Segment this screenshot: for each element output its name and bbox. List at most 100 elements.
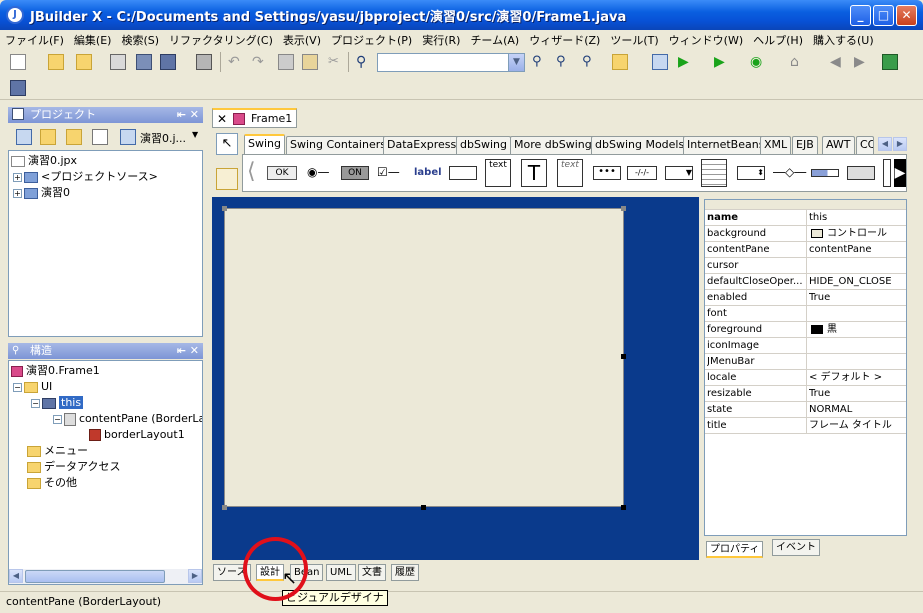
design-frame-this[interactable] — [224, 208, 624, 507]
property-value[interactable]: contentPane — [809, 242, 906, 258]
jpasswordfield-component[interactable]: ••• — [593, 166, 621, 180]
palette-tab-cc[interactable]: CC — [856, 136, 874, 154]
jbutton-component[interactable]: OK — [267, 166, 297, 180]
palette-tab-internetbeans[interactable]: InternetBeans — [683, 136, 769, 154]
search-combo[interactable]: ▼ — [377, 53, 525, 72]
find-class-icon[interactable]: ⚲ — [556, 54, 572, 70]
property-value[interactable] — [809, 338, 906, 354]
selection-tool-icon[interactable]: ↖ — [216, 133, 238, 155]
palette-scroll-left-icon[interactable]: ◀ — [878, 137, 892, 151]
property-value[interactable]: < デフォルト > — [809, 370, 906, 386]
add-folder-icon[interactable] — [40, 129, 56, 145]
property-row[interactable]: title フレーム タイトル — [705, 418, 906, 434]
tab-events[interactable]: イベント — [772, 539, 820, 556]
jspinner-component[interactable]: ⬍ — [737, 166, 765, 180]
undo-icon[interactable]: ↶ — [228, 54, 244, 70]
property-row[interactable]: font — [705, 306, 906, 322]
property-row[interactable]: name this — [705, 210, 906, 226]
property-row[interactable]: enabled True — [705, 290, 906, 306]
jscrollbar-component[interactable] — [847, 166, 875, 180]
collapse-icon[interactable]: − — [13, 382, 22, 392]
remove-icon[interactable] — [66, 129, 82, 145]
property-row[interactable]: resizable True — [705, 386, 906, 402]
palette-tab-ejb[interactable]: EJB — [792, 136, 818, 154]
menu-refactor[interactable]: リファクタリング(C) — [164, 30, 278, 50]
tree-item-contentpane[interactable]: − contentPane (BorderLay — [53, 411, 202, 427]
tab-doc[interactable]: 文書 — [358, 564, 386, 581]
help-book-icon[interactable] — [882, 54, 898, 70]
jseparator-component[interactable] — [883, 159, 891, 187]
palette-tab-xml[interactable]: XML — [760, 136, 792, 154]
menu-team[interactable]: チーム(A) — [465, 30, 524, 50]
property-row[interactable]: background コントロール — [705, 226, 906, 242]
menu-help[interactable]: ヘルプ(H) — [748, 30, 808, 50]
tab-history[interactable]: 履歴 — [391, 564, 419, 581]
tree-item-project-source[interactable]: + <プロジェクトソース> — [13, 169, 158, 185]
jprogressbar-component[interactable] — [811, 169, 839, 177]
jcombobox-component[interactable]: ▼ — [665, 166, 693, 180]
palette-tab-more-dbswing[interactable]: More dbSwing — [510, 136, 596, 154]
property-value[interactable]: 黒 — [809, 322, 906, 338]
property-value[interactable]: True — [809, 290, 906, 306]
menu-project[interactable]: プロジェクト(P) — [326, 30, 417, 50]
tab-uml[interactable]: UML — [326, 564, 356, 581]
property-row[interactable]: iconImage — [705, 338, 906, 354]
menu-search[interactable]: 検索(S) — [116, 30, 164, 50]
collapse-icon[interactable]: − — [31, 398, 40, 408]
jeditorpane-component[interactable]: text — [557, 159, 583, 187]
menu-run[interactable]: 実行(R) — [417, 30, 465, 50]
back-icon[interactable]: ◀ — [830, 54, 846, 70]
layout-icon[interactable] — [10, 80, 26, 96]
paste-icon[interactable] — [302, 54, 318, 70]
editor-tab-frame1[interactable]: ✕ Frame1 — [212, 108, 297, 128]
close-button[interactable]: ✕ — [896, 5, 917, 26]
palette-left-icon[interactable]: ⟨ — [247, 159, 256, 184]
horizontal-scrollbar[interactable]: ◀ ▶ — [9, 569, 202, 584]
tree-item-ui[interactable]: − UI — [13, 379, 52, 395]
print-icon[interactable] — [196, 54, 212, 70]
jtextpane-component[interactable]: T — [521, 159, 547, 187]
property-row[interactable]: JMenuBar — [705, 354, 906, 370]
property-value[interactable]: NORMAL — [809, 402, 906, 418]
property-value[interactable]: HIDE_ON_CLOSE — [809, 274, 906, 290]
jcheckbox-component[interactable]: ☑— — [377, 165, 400, 179]
resize-handle-southeast[interactable] — [621, 505, 626, 510]
resize-handle-south[interactable] — [421, 505, 426, 510]
resize-handle[interactable] — [621, 206, 626, 211]
palette-tab-dataexpress[interactable]: DataExpress — [383, 136, 461, 154]
tree-item-borderlayout[interactable]: borderLayout1 — [89, 427, 185, 443]
property-value[interactable]: フレーム タイトル — [809, 418, 906, 434]
menu-buy[interactable]: 購入する(U) — [808, 30, 879, 50]
menu-file[interactable]: ファイル(F) — [0, 30, 69, 50]
jradiobutton-component[interactable]: ◉— — [307, 165, 329, 179]
tree-item-this[interactable]: − this — [31, 395, 84, 411]
close-file-icon[interactable] — [110, 54, 126, 70]
tree-item-package[interactable]: + 演習0 — [13, 185, 70, 201]
tree-item-frame1[interactable]: 演習0.Frame1 — [11, 363, 100, 379]
menu-window[interactable]: ウィンドウ(W) — [664, 30, 748, 50]
add-file-icon[interactable] — [16, 129, 32, 145]
project-selector-chevron-icon[interactable]: ▼ — [192, 130, 198, 139]
maximize-button[interactable]: □ — [873, 5, 894, 26]
tree-item-data-access[interactable]: データアクセス — [27, 459, 120, 475]
property-value[interactable] — [809, 258, 906, 274]
tree-item-menu[interactable]: メニュー — [27, 443, 88, 459]
scroll-right-icon[interactable]: ▶ — [188, 569, 202, 583]
scroll-left-icon[interactable]: ◀ — [9, 569, 23, 583]
expand-icon[interactable]: + — [13, 172, 22, 182]
resize-handle-east[interactable] — [621, 354, 626, 359]
optimize-icon[interactable]: ◉ — [750, 54, 766, 70]
find-icon[interactable]: ⚲ — [356, 54, 372, 70]
menu-view[interactable]: 表示(V) — [278, 30, 326, 50]
new-file-icon[interactable] — [10, 54, 26, 70]
save-all-icon[interactable] — [160, 54, 176, 70]
property-value[interactable]: this — [809, 210, 906, 226]
expand-icon[interactable]: + — [13, 188, 22, 198]
copy-icon[interactable] — [278, 54, 294, 70]
chevron-down-icon[interactable]: ▼ — [508, 54, 524, 71]
property-row[interactable]: cursor — [705, 258, 906, 274]
property-row[interactable]: foreground 黒 — [705, 322, 906, 338]
home-icon[interactable]: ⌂ — [790, 54, 806, 70]
project-selector[interactable]: 演習0.j... — [140, 130, 186, 146]
property-row[interactable]: defaultCloseOper... HIDE_ON_CLOSE — [705, 274, 906, 290]
